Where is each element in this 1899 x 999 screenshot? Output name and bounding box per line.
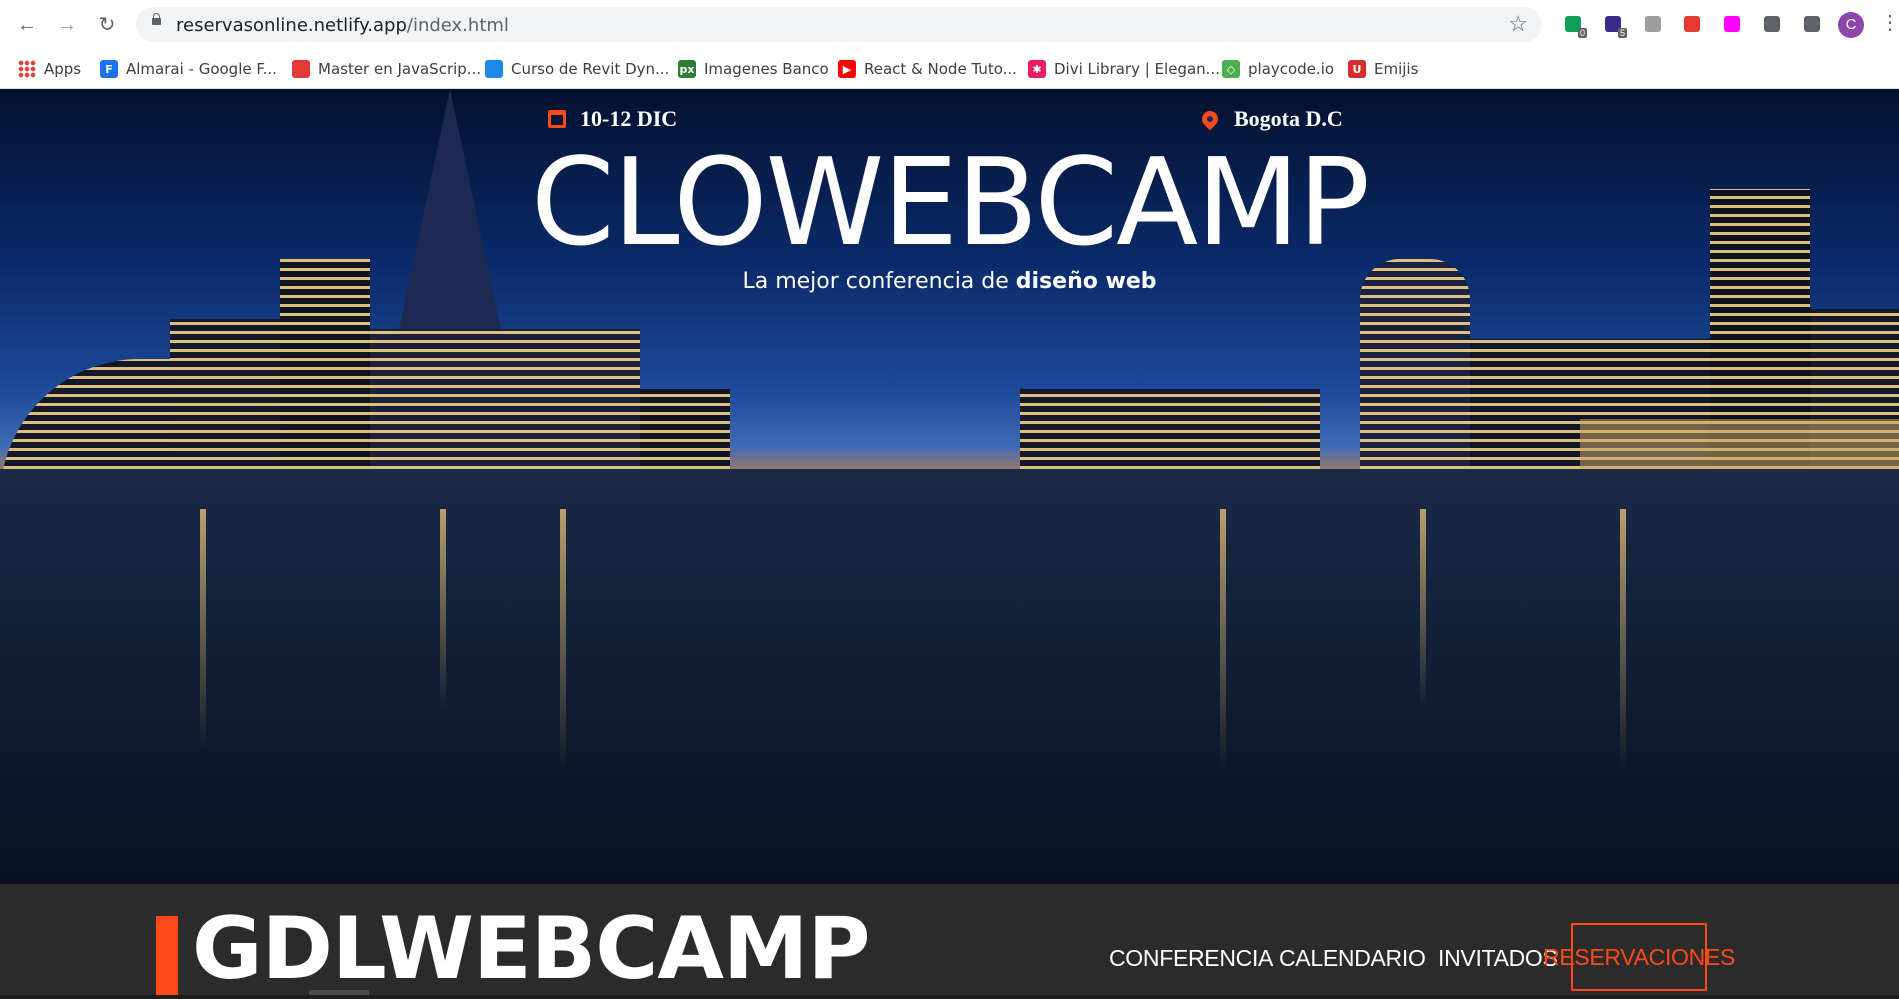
extension-glyph — [1804, 16, 1820, 32]
site-logo[interactable]: GDLWEBCAMP — [192, 904, 871, 994]
nav-conferencia[interactable]: CONFERENCIA — [1109, 945, 1273, 972]
extension-glyph — [1684, 16, 1700, 32]
bookmark-label: Master en JavaScrip... — [318, 60, 482, 78]
nav-calendario[interactable]: CALENDARIO — [1279, 945, 1426, 972]
udemy-icon — [292, 60, 310, 78]
bookmark-item[interactable]: Master en JavaScrip... — [292, 58, 481, 80]
reading-list-icon[interactable] — [1800, 12, 1824, 36]
shield-check-icon[interactable]: 0 — [1561, 12, 1587, 38]
cube-icon[interactable]: 5 — [1601, 12, 1627, 38]
light-reflection — [560, 509, 566, 769]
event-date-text: 10-12 DIC — [580, 106, 678, 131]
divi-icon: ✱ — [1028, 60, 1046, 78]
url-text[interactable]: reservasonline.netlify.app/index.html — [176, 15, 509, 36]
bookmark-star-icon[interactable]: ☆ — [1508, 11, 1528, 37]
dynamo-icon — [485, 60, 503, 78]
address-bar[interactable]: reservasonline.netlify.app/index.html ☆ — [136, 7, 1542, 42]
bookmark-label: Apps — [44, 60, 82, 78]
extension-glyph — [1645, 16, 1661, 32]
bookmark-item[interactable]: Apps — [18, 58, 81, 80]
forward-arrow-icon[interactable]: → — [54, 12, 80, 38]
bookmark-label: Almarai - Google F... — [126, 60, 277, 78]
hero-section: 10-12 DIC Bogota D.C CLOWEBCAMP La mejor… — [0, 89, 1899, 884]
bookmark-item[interactable]: ✱ Divi Library | Elegan... — [1028, 58, 1220, 80]
extension-badge: 5 — [1617, 28, 1627, 38]
event-location-text: Bogota D.C — [1234, 106, 1343, 131]
bookmark-label: playcode.io — [1248, 60, 1335, 78]
light-reflection — [1220, 509, 1226, 769]
river-water — [0, 469, 1899, 884]
color-grid-icon[interactable] — [1720, 12, 1744, 36]
pexels-icon: px — [678, 60, 696, 78]
browser-toolbar: ← → ↻ reservasonline.netlify.app/index.h… — [0, 0, 1899, 50]
lock-icon[interactable] — [152, 13, 161, 25]
emojis-icon: U — [1348, 60, 1366, 78]
bookmark-label: Divi Library | Elegan... — [1054, 60, 1220, 78]
event-location: Bogota D.C — [1198, 106, 1343, 132]
hero-subtitle: La mejor conferencia de diseño web — [0, 269, 1899, 294]
calendar-icon — [548, 110, 566, 128]
subtitle-bold: diseño web — [1015, 269, 1157, 294]
reload-icon[interactable]: ↻ — [94, 12, 120, 38]
bookmark-label: Emijis — [1374, 60, 1419, 78]
site-header: GDLWEBCAMP CONFERENCIA CALENDARIO INVITA… — [0, 884, 1899, 995]
back-arrow-icon[interactable]: ← — [14, 12, 40, 38]
light-reflection — [1420, 509, 1426, 709]
youtube-icon: ▶ — [838, 60, 856, 78]
event-date: 10-12 DIC — [548, 106, 677, 132]
light-reflection — [440, 509, 446, 709]
profile-avatar[interactable]: C — [1838, 12, 1864, 38]
map-pin-icon — [1198, 107, 1222, 131]
light-reflection — [200, 509, 206, 749]
bookmark-item[interactable]: F Almarai - Google F... — [100, 58, 277, 80]
bookmark-item[interactable]: ◇ playcode.io — [1222, 58, 1334, 80]
nav-invitados[interactable]: INVITADOS — [1438, 945, 1558, 972]
light-reflection — [1620, 509, 1626, 769]
bookmarks-bar: Apps F Almarai - Google F... Master en Java… — [0, 50, 1899, 89]
extension-glyph — [1764, 16, 1780, 32]
google-fonts-icon: F — [100, 60, 118, 78]
bookmark-item[interactable]: px Imagenes Banco — [678, 58, 829, 80]
hero-title: CLOWEBCAMP — [530, 134, 1370, 273]
bookmark-label: React & Node Tuto... — [864, 60, 1017, 78]
drive-icon[interactable] — [1641, 12, 1665, 36]
color-wheel-icon[interactable] — [1680, 12, 1704, 36]
logo-accent-bar — [156, 916, 178, 995]
extension-glyph — [1724, 16, 1740, 32]
chrome-menu-icon[interactable]: ⋮ — [1880, 10, 1899, 35]
bookmark-item[interactable]: ▶ React & Node Tuto... — [838, 58, 1017, 80]
extension-badge: 0 — [1577, 28, 1587, 38]
apps-grid-icon — [18, 60, 36, 78]
bookmark-label: Imagenes Banco — [704, 60, 829, 78]
bookmark-label: Curso de Revit Dyn... — [511, 60, 670, 78]
subtitle-prefix: La mejor conferencia de — [742, 269, 1009, 294]
playcode-icon: ◇ — [1222, 60, 1240, 78]
nav-reservaciones-button[interactable]: RESERVACIONES — [1543, 923, 1735, 991]
scroll-indicator — [309, 990, 369, 995]
puzzle-extensions-icon[interactable] — [1760, 12, 1784, 36]
bookmark-item[interactable]: Curso de Revit Dyn... — [485, 58, 669, 80]
bookmark-item[interactable]: U Emijis — [1348, 58, 1418, 80]
